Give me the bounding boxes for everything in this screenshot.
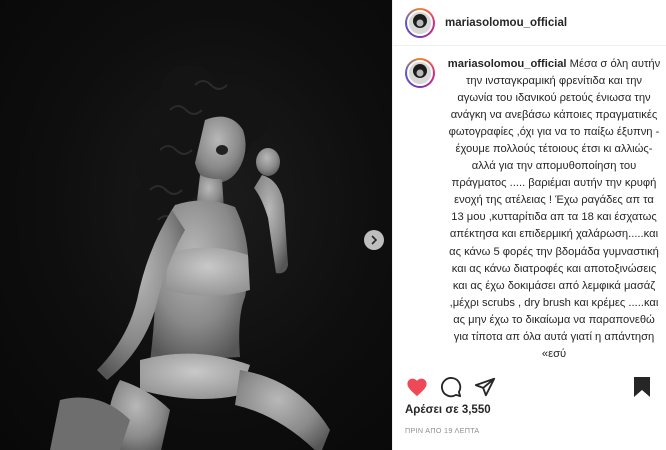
next-photo-button[interactable]	[364, 230, 384, 250]
comment-icon	[441, 377, 462, 398]
action-bar	[405, 372, 654, 402]
chevron-right-icon	[371, 235, 378, 245]
caption-comment: mariasolomou_official Μέσα σ όλη αυτήν τ…	[405, 56, 661, 360]
caption-avatar-image	[407, 60, 433, 86]
post-photo[interactable]	[0, 0, 392, 450]
bookmark-icon	[634, 377, 650, 397]
post-header: mariasolomou_official	[393, 0, 666, 46]
caption-profile-photo	[409, 62, 431, 84]
like-button[interactable]	[405, 375, 429, 399]
instagram-post: mariasolomou_official mariasolomou_offic…	[0, 0, 666, 450]
avatar-image	[407, 9, 433, 36]
share-button[interactable]	[473, 375, 497, 399]
post-timestamp[interactable]: ΠΡΙΝ ΑΠΟ 19 ΛΕΠΤΑ	[405, 426, 479, 435]
caption-text: Μέσα σ όλη αυτήν την ινσταγκραμική φρενί…	[448, 58, 661, 360]
like-count[interactable]: Αρέσει σε 3,550	[405, 404, 491, 416]
caption-text-block: mariasolomou_official Μέσα σ όλη αυτήν τ…	[447, 56, 661, 360]
comments-area[interactable]: mariasolomou_official Μέσα σ όλη αυτήν τ…	[405, 56, 661, 360]
caption-avatar[interactable]	[405, 58, 435, 88]
comment-button[interactable]	[439, 375, 463, 399]
header-username[interactable]: mariasolomou_official	[445, 17, 567, 29]
avatar[interactable]	[405, 7, 435, 38]
share-icon	[474, 377, 496, 397]
post-sidebar: mariasolomou_official mariasolomou_offic…	[392, 0, 666, 450]
caption-username[interactable]: mariasolomou_official	[448, 58, 567, 70]
photo-content	[50, 65, 330, 450]
save-button[interactable]	[630, 375, 654, 399]
profile-photo	[409, 11, 431, 34]
heart-icon	[407, 378, 427, 397]
